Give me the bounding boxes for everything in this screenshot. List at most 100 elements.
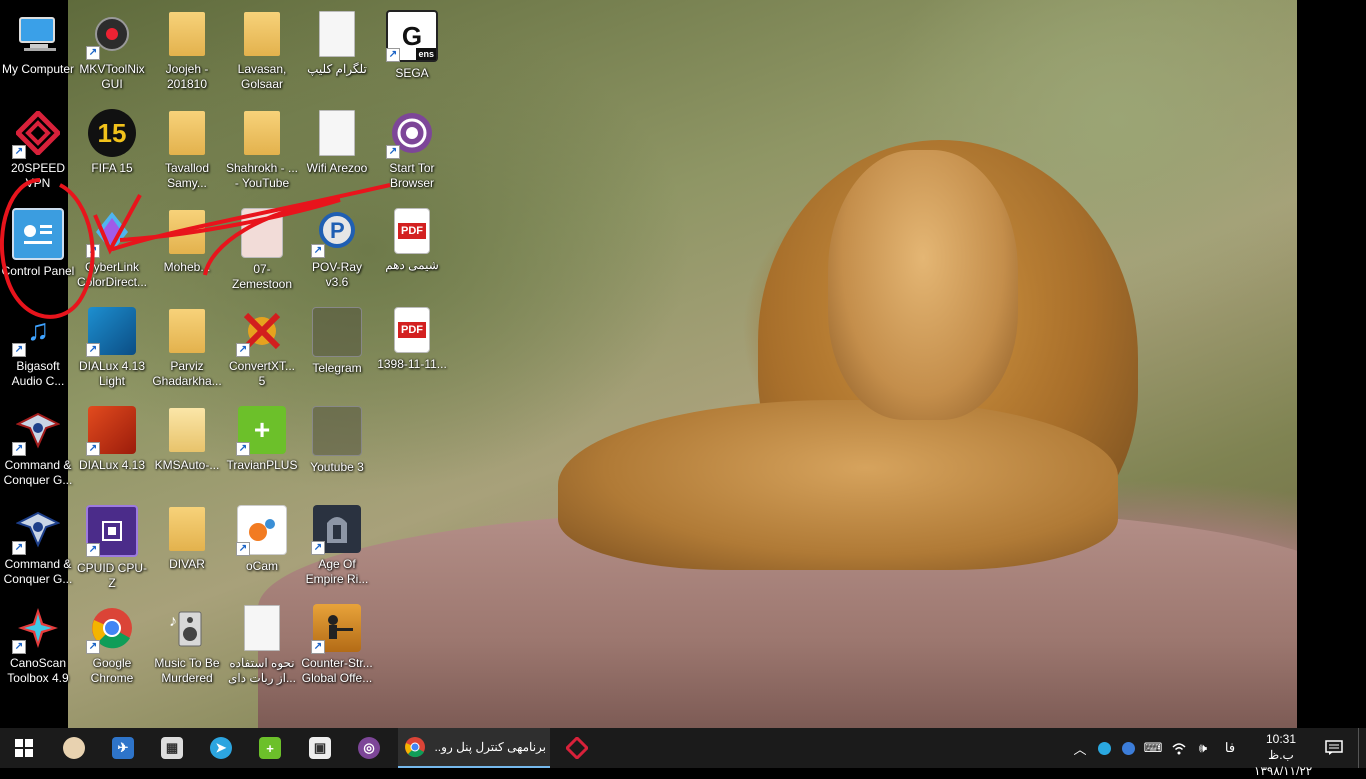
desktop-icon-convertxtodvd[interactable]: ↗ ConvertXT... 5 xyxy=(224,297,300,393)
desktop-icon-label: Joojeh - 201810 xyxy=(165,62,209,91)
desktop-icon-label: Age Of Empire Ri... xyxy=(305,557,369,586)
desktop-icon-tavallod[interactable]: Tavallod Samy... xyxy=(149,99,225,195)
desktop-icon-counter-strike[interactable]: ↗ Counter-Str... Global Offe... xyxy=(299,594,375,690)
convertx-icon: ↗ xyxy=(236,307,286,357)
desktop-icon-label: Lavasan, Golsaar xyxy=(237,62,287,91)
desktop-icon-20speed-vpn[interactable]: ↗ 20SPEED VPN xyxy=(0,99,76,195)
desktop-icon-label: Control Panel xyxy=(1,264,75,278)
keyboard-icon: ⌨ xyxy=(1143,740,1163,755)
start-button[interactable] xyxy=(0,728,48,768)
eagle-emblem-icon: ↗ xyxy=(12,406,62,456)
desktop-icon-divar[interactable]: DIVAR xyxy=(149,495,225,591)
taskbar-chrome-window[interactable]: برنامهی کنترل پنل رو... xyxy=(398,728,550,768)
vpn-icon xyxy=(566,737,588,759)
show-desktop-button[interactable] xyxy=(1358,728,1366,768)
tray-language[interactable]: فا xyxy=(1218,728,1242,768)
taskbar-pinned-app-1[interactable] xyxy=(50,728,98,768)
desktop-icon-tor-browser[interactable]: ↗ Start Tor Browser xyxy=(374,99,450,195)
folder-icon xyxy=(238,109,286,157)
desktop-icon-ocam[interactable]: ↗ oCam xyxy=(224,495,300,591)
desktop-icon-label: Wifi Arezoo xyxy=(306,161,368,175)
tray-wifi[interactable] xyxy=(1168,728,1190,768)
desktop-icon-fifa15[interactable]: 15 FIFA 15 xyxy=(74,99,150,195)
desktop-icon-music-to-be-murdered[interactable]: ♪ Music To Be Murdered xyxy=(149,594,225,690)
desktop-icon-label: Counter-Str... Global Offe... xyxy=(301,656,373,685)
desktop-icon-control-panel[interactable]: Control Panel xyxy=(0,198,76,294)
music-file-icon xyxy=(241,208,283,258)
desktop-icon-bigasoft-audio[interactable]: ♫ ↗ Bigasoft Audio C... xyxy=(0,297,76,393)
tray-clock[interactable]: 10:31 ب.ظ ۱۳۹۸/۱۱/۲۲ xyxy=(1254,731,1313,779)
desktop-icon-canoscan[interactable]: ↗ CanoScan Toolbox 4.9 xyxy=(0,594,76,690)
desktop-icon-my-computer[interactable]: My Computer xyxy=(0,0,76,96)
desktop-icon-label: MKVToolNix GUI xyxy=(79,62,145,91)
desktop-icon-wifi-arezoo[interactable]: Wifi Arezoo xyxy=(299,99,375,195)
desktop-icon-label: Music To Be Murdered xyxy=(154,656,220,685)
desktop-icon-shahrokh[interactable]: Shahrokh - ... - YouTube xyxy=(224,99,300,195)
folder-icon xyxy=(163,406,211,454)
desktop-icon-label: CPUID CPU-Z xyxy=(76,561,147,590)
desktop-icon-label: Tavallod Samy... xyxy=(164,161,210,190)
taskbar-telegram[interactable]: ➤ xyxy=(197,728,245,768)
desktop-icon-dialux-light[interactable]: ↗ DIALux 4.13 Light xyxy=(74,297,150,393)
desktop-icon-cpuz[interactable]: ↗ CPUID CPU-Z xyxy=(74,495,150,591)
desktop-icon-povray[interactable]: P ↗ POV-Ray v3.6 xyxy=(299,198,375,294)
taskbar-calculator[interactable]: ▦ xyxy=(148,728,196,768)
tray-overflow-chevron[interactable]: ︿ xyxy=(1070,728,1090,768)
desktop-icon-label: Command & Conquer G... xyxy=(3,458,73,487)
desktop-icon-command-conquer-2[interactable]: ↗ Command & Conquer G... xyxy=(0,495,76,591)
povray-icon: P ↗ xyxy=(311,208,361,258)
desktop-icon-moheb[interactable]: Moheb... xyxy=(149,198,225,294)
desktop-icon-label: My Computer xyxy=(1,62,75,76)
desktop-icon-lavasan[interactable]: Lavasan, Golsaar xyxy=(224,0,300,96)
clock-time: 10:31 ب.ظ xyxy=(1265,732,1297,762)
tray-app-2[interactable] xyxy=(1118,728,1138,768)
tray-app-1[interactable] xyxy=(1094,728,1114,768)
chevron-up-icon: ︿ xyxy=(1073,741,1087,757)
desktop-icon-google-chrome[interactable]: ↗ Google Chrome xyxy=(74,594,150,690)
desktop-icon-label: نحوه استفاده از ربات دای... xyxy=(228,656,296,685)
folder-icon xyxy=(163,208,211,256)
desktop-icon-label: KMSAuto-... xyxy=(154,458,220,472)
taskbar-pinned-app-2[interactable]: ✈ xyxy=(99,728,147,768)
tray-keyboard[interactable]: ⌨ xyxy=(1142,728,1164,768)
desktop-icon-youtube3[interactable]: Youtube 3 xyxy=(299,396,375,492)
wifi-icon xyxy=(1172,743,1186,755)
taskbar-tor-browser[interactable]: ◎ xyxy=(345,728,393,768)
desktop-icon-telegram-clip[interactable]: تلگرام کلیپ xyxy=(299,0,375,96)
vpn-icon: ↗ xyxy=(12,109,62,159)
speaker-icon: ♪ xyxy=(163,604,211,652)
taskbar-video-app[interactable]: ▣ xyxy=(296,728,344,768)
desktop-icon-label: Youtube 3 xyxy=(310,460,364,474)
desktop-icon-joojeh[interactable]: Joojeh - 201810 xyxy=(149,0,225,96)
desktop-icon-zemestoon[interactable]: 07- Zemestoon xyxy=(224,198,300,294)
desktop-icon-label: ConvertXT... 5 xyxy=(228,359,296,388)
desktop-icon-mkvtoolnix[interactable]: ↗ MKVToolNix GUI xyxy=(74,0,150,96)
action-center-button[interactable] xyxy=(1320,728,1348,768)
desktop-icon-cyberlink-colordirector[interactable]: ↗ CyberLink ColorDirect... xyxy=(74,198,150,294)
tor-onion-icon: ↗ xyxy=(386,109,436,159)
desktop-icon-robot-guide[interactable]: نحوه استفاده از ربات دای... xyxy=(224,594,300,690)
desktop-icon-label: 20SPEED VPN xyxy=(10,161,66,190)
desktop-icon-pdf-1398[interactable]: PDF 1398-11-11... xyxy=(374,297,450,393)
desktop-icon-travianplus[interactable]: + ↗ TravianPLUS xyxy=(224,396,300,492)
desktop-icon-telegram[interactable]: Telegram xyxy=(299,297,375,393)
desktop-icon-age-of-empires[interactable]: ↗ Age Of Empire Ri... xyxy=(299,495,375,591)
desktop-icon-label: Command & Conquer G... xyxy=(3,557,73,586)
canoscan-star-icon: ↗ xyxy=(12,604,62,654)
tray-volume[interactable]: 🕪 xyxy=(1192,728,1214,768)
svg-text:♪: ♪ xyxy=(169,613,177,630)
archive-icon xyxy=(63,737,85,759)
telegram-file-icon xyxy=(312,307,362,357)
desktop-icon-shimi-dahom[interactable]: PDF شیمی دهم xyxy=(374,198,450,294)
desktop-icon-label: SEGA xyxy=(395,66,429,80)
desktop-icon-command-conquer-1[interactable]: ↗ Command & Conquer G... xyxy=(0,396,76,492)
desktop-icon-sega[interactable]: Gens ↗ SEGA xyxy=(374,0,450,96)
desktop-icon-kmsauto[interactable]: KMSAuto-... xyxy=(149,396,225,492)
desktop-icon-dialux[interactable]: ↗ DIALux 4.13 xyxy=(74,396,150,492)
chrome-icon: ↗ xyxy=(86,604,136,654)
taskbar-travianplus[interactable]: + xyxy=(246,728,294,768)
desktop-icon-parviz[interactable]: Parviz Ghadarkha... xyxy=(149,297,225,393)
taskbar-vpn[interactable] xyxy=(553,728,601,768)
clock-date: ۱۳۹۸/۱۱/۲۲ xyxy=(1254,764,1313,778)
calculator-icon: ▦ xyxy=(161,737,183,759)
